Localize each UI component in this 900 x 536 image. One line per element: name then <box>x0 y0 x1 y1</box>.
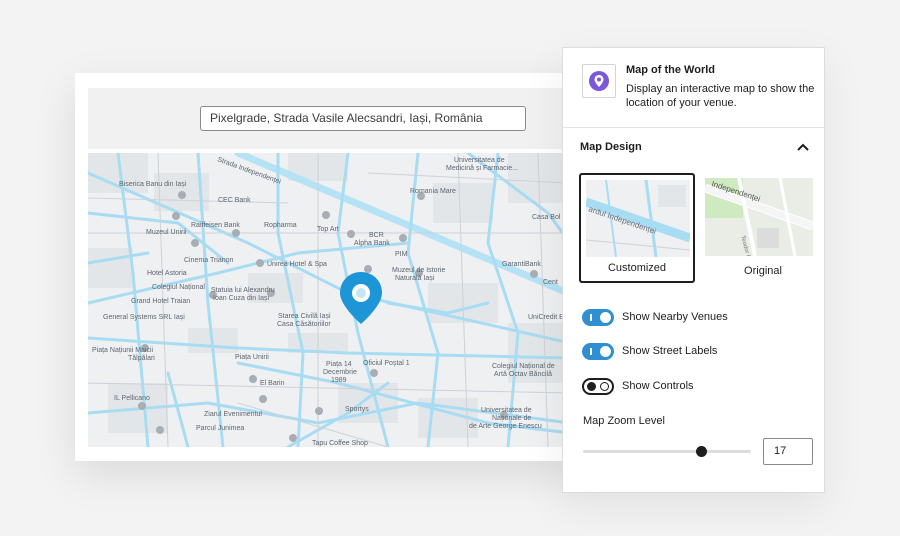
map-label: Romania Mare <box>410 188 456 195</box>
toggle-row-nearby-venues[interactable]: Show Nearby Venues <box>582 308 728 326</box>
address-input[interactable]: Pixelgrade, Strada Vasile Alecsandri, Ia… <box>200 106 526 131</box>
option-label: Original <box>744 265 782 277</box>
editor-card: Pixelgrade, Strada Vasile Alecsandri, Ia… <box>75 73 583 461</box>
toggle-label: Show Nearby Venues <box>622 311 728 323</box>
map-label: Universitatea de <box>481 407 532 414</box>
map-label: Colegiul Național de <box>492 363 555 370</box>
map-canvas[interactable]: Biserica Banu din Iași CEC Bank Raiffeisen… <box>88 153 570 447</box>
map-label: Hotel Astoria <box>147 270 187 277</box>
map-label: CEC Bank <box>218 197 251 204</box>
map-label: Artă Octav Băncilă <box>494 371 552 378</box>
original-thumbnail: Independenței Teodor Burada <box>705 178 813 256</box>
block-description: Display an interactive map to show the l… <box>626 83 815 109</box>
map-label: Naturală Iași <box>395 275 435 282</box>
map-label: Cent <box>543 279 558 286</box>
block-settings-panel: Map of the World Display an interactive … <box>562 47 825 493</box>
map-label: Oficiul Poștal 1 <box>363 360 410 367</box>
option-label: Customized <box>607 262 667 274</box>
map-label: Biserica Banu din Iași <box>119 181 187 188</box>
map-label: Colegiul Național <box>152 284 205 291</box>
map-label: Raiffeisen Bank <box>191 222 240 229</box>
toggle-row-show-controls[interactable]: Show Controls <box>582 377 694 395</box>
map-label: Ioan Cuza din Iași <box>213 295 269 302</box>
map-label: Statuia lui Alexandru <box>211 287 275 294</box>
map-label: Muzeul Unirii <box>146 229 187 236</box>
map-label: BCR <box>369 232 384 239</box>
map-pin-icon <box>582 64 616 98</box>
map-label: Unirea Hotel & Spa <box>267 261 327 268</box>
section-title: Map Design <box>580 141 642 153</box>
address-bar: Pixelgrade, Strada Vasile Alecsandri, Ia… <box>88 88 570 149</box>
map-label: Ropharma <box>264 222 297 229</box>
show-controls-toggle[interactable] <box>582 377 614 395</box>
toggle-row-street-labels[interactable]: Show Street Labels <box>582 342 717 360</box>
map-label: Casa Căsătoriilor <box>277 321 331 328</box>
map-label: Naționale de <box>492 415 531 422</box>
map-label: Sportys <box>345 406 369 413</box>
zoom-level-input[interactable]: 17 <box>763 438 813 465</box>
map-label: Decembrie <box>323 369 357 376</box>
map-label: Universitatea de <box>454 157 505 164</box>
customized-thumbnail: ardul Independenței <box>586 180 690 257</box>
map-label: Piața Națiunii Maicii <box>92 347 154 354</box>
map-label: Grand Hotel Traian <box>131 298 190 305</box>
zoom-slider-handle[interactable] <box>695 446 707 457</box>
street-labels-toggle[interactable] <box>582 342 614 360</box>
map-label: El Barin <box>260 380 285 387</box>
map-label: Tapu Coffee Shop <box>312 440 368 447</box>
zoom-level-label: Map Zoom Level <box>583 415 665 427</box>
map-label: Starea Civilă Iași <box>278 313 331 320</box>
location-pin-icon[interactable] <box>340 272 382 324</box>
map-label: Ziarul Evenimentul <box>204 411 262 418</box>
map-label: GarantiBank <box>502 261 541 268</box>
map-label: General Systems SRL Iași <box>103 314 185 321</box>
map-label: Medicină și Farmacie... <box>446 165 518 172</box>
map-label: Piața 14 <box>326 361 352 368</box>
map-label: Tălpălari <box>128 355 155 362</box>
map-design-section-header[interactable]: Map Design <box>563 128 824 166</box>
nearby-venues-toggle[interactable] <box>582 308 614 326</box>
map-label: PIM <box>395 251 408 258</box>
map-label: Parcul Junimea <box>196 425 244 432</box>
zoom-slider-track[interactable] <box>583 450 751 453</box>
block-title: Map of the World <box>626 64 716 76</box>
map-label: Casa Bol <box>532 214 561 221</box>
map-label: 1989 <box>331 377 347 384</box>
map-blocks <box>88 153 570 438</box>
map-label: Cinema Trianon <box>184 257 234 264</box>
block-card: Map of the World Display an interactive … <box>563 48 824 128</box>
toggle-label: Show Controls <box>622 380 694 392</box>
chevron-up-icon[interactable] <box>796 140 810 154</box>
map-label: Piața Unirii <box>235 354 269 361</box>
map-label: de Arte George Enescu <box>469 423 542 430</box>
design-option-original[interactable]: Independenței Teodor Burada Original <box>705 178 821 288</box>
map-label: Muzeul de Istorie <box>392 267 445 274</box>
map-label: Alpha Bank <box>354 240 390 247</box>
map-preview[interactable]: Biserica Banu din Iași CEC Bank Raiffeisen… <box>88 153 570 447</box>
design-option-customized[interactable]: ardul Independenței Customized <box>579 173 695 283</box>
map-label: IL Pellicano <box>114 395 150 402</box>
toggle-label: Show Street Labels <box>622 345 718 357</box>
map-label: Top Art <box>317 226 339 233</box>
